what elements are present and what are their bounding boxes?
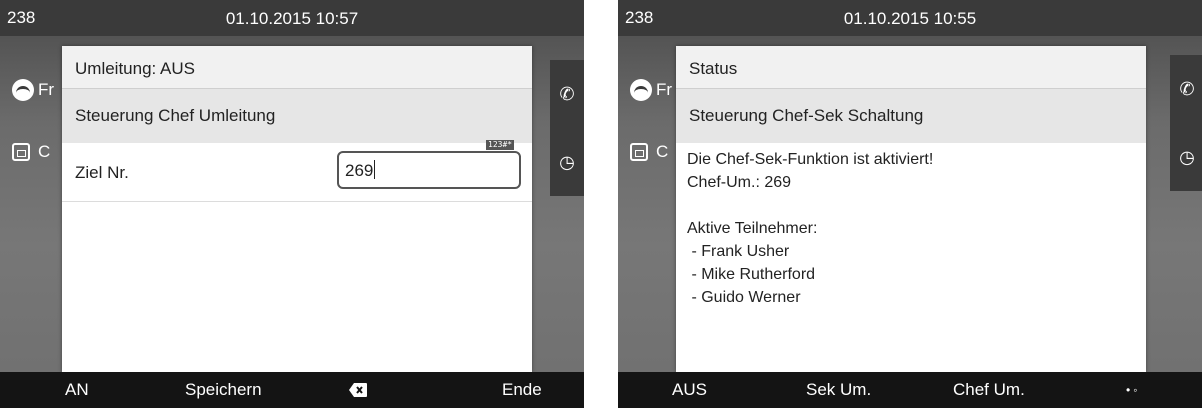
side-call-button[interactable]: ✆ (550, 60, 584, 128)
status-bar: 238 01.10.2015 10:55 (618, 0, 1202, 36)
handset-icon (630, 79, 652, 101)
softkey-bar: AUS Sek Um. Chef Um. •◦ (618, 372, 1202, 408)
text-caret (374, 160, 376, 179)
softkey-bar: AN Speichern Ende (0, 372, 584, 408)
clock-icon: ◷ (1179, 147, 1195, 167)
background-line-label: Fr (38, 80, 55, 99)
softkey-end[interactable]: Ende (502, 380, 542, 400)
calendar-icon (12, 143, 30, 161)
status-dialog: Status Steuerung Chef-Sek Schaltung Die … (676, 46, 1146, 372)
phone-icon: ✆ (1179, 79, 1195, 99)
dialog-title: Status (676, 46, 1146, 89)
target-number-row: 123#* Ziel Nr. 269 (62, 140, 532, 202)
clock-icon: ◷ (559, 152, 575, 172)
status-line: Aktive Teilnehmer: (687, 220, 818, 237)
input-mode-indicator: 123#* (486, 140, 515, 150)
background-calendar-label: C (656, 142, 669, 161)
backspace-icon[interactable] (349, 382, 367, 397)
background-line-item[interactable]: Fr (0, 68, 70, 112)
phone-icon: ✆ (559, 84, 575, 104)
background-line-label: Fr (656, 80, 673, 99)
status-line: - Guido Werner (687, 289, 801, 306)
dialog-heading: Steuerung Chef-Sek Schaltung (676, 89, 1146, 143)
dialog-title-text: Umleitung: AUS (75, 59, 195, 78)
side-call-button[interactable]: ✆ (1170, 55, 1202, 123)
status-line: Die Chef-Sek-Funktion ist aktiviert! (687, 151, 934, 168)
target-number-input[interactable]: 269 (337, 151, 521, 189)
softkey-off[interactable]: AUS (672, 380, 707, 400)
dialog-heading-text: Steuerung Chef-Sek Schaltung (689, 106, 924, 125)
date-time: 01.10.2015 10:57 (225, 9, 359, 28)
calendar-icon (630, 143, 648, 161)
dialog-title: Umleitung: AUS (62, 46, 532, 89)
target-number-label: Ziel Nr. (75, 163, 129, 182)
status-message: Die Chef-Sek-Funktion ist aktiviert! Che… (687, 151, 1127, 312)
dialog-heading-text: Steuerung Chef Umleitung (75, 106, 276, 125)
status-bar: 238 01.10.2015 10:57 (0, 0, 584, 36)
status-line: Chef-Um.: 269 (687, 174, 792, 191)
side-history-button[interactable]: ◷ (550, 128, 584, 196)
softkey-sek-um[interactable]: Sek Um. (806, 380, 871, 400)
background-calendar-item[interactable]: C (0, 130, 70, 174)
dialog-heading: Steuerung Chef Umleitung (62, 89, 532, 143)
status-line: - Mike Rutherford (687, 266, 816, 283)
softkey-chef-um[interactable]: Chef Um. (953, 380, 1025, 400)
phone-screen-right: 238 01.10.2015 10:55 Fr C ✆ ◷ Status Ste… (618, 0, 1202, 408)
status-line: - Frank Usher (687, 243, 790, 260)
redirect-dialog: Umleitung: AUS Steuerung Chef Umleitung … (62, 46, 532, 372)
handset-icon (12, 79, 34, 101)
side-history-button[interactable]: ◷ (1170, 123, 1202, 191)
status-line (687, 197, 1127, 220)
dialog-title-text: Status (689, 59, 738, 78)
softkey-on[interactable]: AN (65, 380, 89, 400)
target-number-value: 269 (345, 161, 374, 180)
date-time: 01.10.2015 10:55 (843, 9, 977, 28)
page-dots-icon: •◦ (1126, 383, 1141, 397)
softkey-save[interactable]: Speichern (185, 380, 262, 400)
phone-screen-left: 238 01.10.2015 10:57 Fr C ✆ ◷ Umleitung:… (0, 0, 584, 408)
background-calendar-label: C (38, 142, 51, 161)
